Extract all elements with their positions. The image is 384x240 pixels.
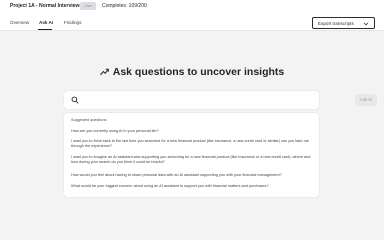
chevron-down-icon [363, 22, 369, 26]
suggested-question-item[interactable]: I want you to imagine an AI assistant wa… [71, 155, 314, 165]
hero-heading: Ask questions to uncover insights [0, 63, 384, 78]
ask-ai-button[interactable]: Ask AI [355, 94, 377, 106]
suggested-question-item[interactable]: How would you feel about having to share… [71, 173, 314, 178]
tab-ask-ai[interactable]: Ask AI [39, 20, 53, 25]
active-tab-indicator [38, 29, 52, 30]
suggested-question-item[interactable]: I want you to think back to the last tim… [71, 139, 314, 149]
trend-line-icon [99, 68, 109, 76]
suggested-questions-heading: Suggested questions [71, 118, 107, 122]
top-bar: Project 1A - Normal Interviews Live Comp… [0, 0, 384, 15]
page-title: Ask questions to uncover insights [112, 65, 285, 78]
suggested-questions-panel: Suggested questions How are you currentl… [64, 113, 319, 197]
export-transcripts-button[interactable]: Export transcripts [312, 17, 375, 29]
suggested-question-item[interactable]: How are you currently using AI in your p… [71, 129, 314, 134]
project-title[interactable]: Project 1A - Normal Interviews [10, 3, 82, 9]
suggested-question-item[interactable]: What would be your biggest concern about… [71, 184, 314, 189]
tab-overview[interactable]: Overview [10, 20, 29, 25]
live-status-badge: Live [80, 2, 96, 10]
search-icon [71, 96, 79, 104]
question-input[interactable] [82, 94, 292, 106]
export-transcripts-label: Export transcripts [318, 21, 354, 26]
completes-counter: Completes: 109/200 [102, 3, 147, 9]
tab-findings[interactable]: Findings [64, 20, 81, 25]
ask-ai-search-box: Ask AI [64, 91, 377, 109]
